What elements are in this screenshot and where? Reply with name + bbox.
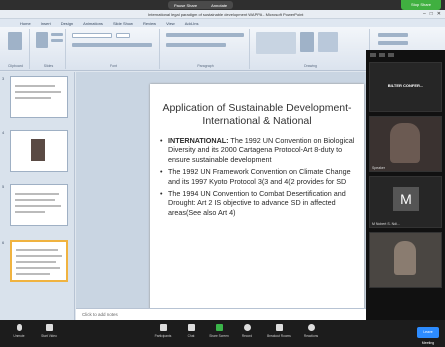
breakout-rooms-button[interactable]: Breakout Rooms	[264, 324, 294, 338]
ribbon-group-clipboard: Clipboard	[2, 29, 30, 69]
ribbon-group-slides: Slides	[32, 29, 66, 69]
video-gallery-panel: BILTER CONFER... Speaker M M Nobert S. N…	[366, 50, 445, 327]
shapes-gallery[interactable]	[256, 32, 296, 54]
new-slide-icon[interactable]	[36, 32, 48, 48]
thumbnail-number: 5	[2, 184, 5, 189]
window-title: International legal paradigm of sustaina…	[148, 12, 304, 17]
maximize-icon[interactable]: □	[430, 11, 433, 17]
avatar: M	[393, 187, 419, 211]
zoom-share-top-bar: Pause Share Annotate Stop Share	[0, 0, 445, 10]
font-size-field[interactable]	[116, 33, 130, 38]
paste-icon[interactable]	[8, 32, 22, 50]
current-slide[interactable]: Application of Sustainable Development-I…	[150, 84, 364, 310]
quick-styles-icon[interactable]	[318, 32, 338, 52]
participant-video	[390, 123, 420, 163]
thumbnail-number: 6	[2, 240, 5, 245]
participants-button[interactable]: Participants	[148, 324, 178, 338]
notes-placeholder: Click to add notes	[82, 312, 118, 317]
powerpoint-title-bar: International legal paradigm of sustaina…	[0, 10, 445, 19]
ribbon-group-paragraph: Paragraph	[162, 29, 250, 69]
tab-home[interactable]: Home	[20, 21, 31, 26]
annotate-button[interactable]: Annotate	[211, 3, 227, 8]
slide-thumbnail[interactable]	[10, 184, 68, 226]
share-screen-button[interactable]: Share Screen	[204, 324, 234, 338]
tab-slide-show[interactable]: Slide Show	[113, 21, 133, 26]
align-icons[interactable]	[166, 43, 226, 47]
slide-thumbnail[interactable]	[10, 130, 68, 172]
participant-tile[interactable]: M M Nobert S. Ndi...	[369, 176, 442, 228]
tab-animations[interactable]: Animations	[83, 21, 103, 26]
zoom-toolbar: Unmute Start Video Participants Chat Sha…	[0, 320, 445, 347]
bullet-item: The 1992 UN Framework Convention on Clim…	[160, 167, 358, 186]
breakout-rooms-icon	[275, 324, 283, 331]
reset-icon[interactable]	[51, 39, 63, 42]
participant-video	[394, 241, 416, 275]
participant-tile[interactable]	[369, 232, 442, 288]
slide-thumbnail[interactable]	[10, 76, 68, 118]
ribbon-group-font: Font	[68, 29, 160, 69]
participant-tile[interactable]: BILTER CONFER...	[369, 62, 442, 112]
slide-title[interactable]: Application of Sustainable Development-I…	[150, 102, 364, 128]
window-controls: – □ ✕	[423, 11, 441, 17]
stop-share-button[interactable]: Stop Share	[401, 0, 441, 10]
thumbnail-photo	[31, 139, 45, 161]
share-screen-icon	[215, 324, 223, 331]
share-controls-pill: Pause Share Annotate	[168, 1, 234, 9]
thumbnail-number: 3	[2, 76, 5, 81]
leave-meeting-button[interactable]: Leave Meeting	[417, 327, 439, 345]
font-format-icons[interactable]	[72, 43, 152, 47]
gallery-view-controls[interactable]	[366, 50, 445, 60]
bullet-item: INTERNATIONAL: The 1992 UN Convention on…	[160, 136, 358, 164]
tab-view[interactable]: View	[166, 21, 175, 26]
notes-pane[interactable]: Click to add notes	[76, 308, 366, 320]
close-icon[interactable]: ✕	[437, 11, 441, 17]
start-video-button[interactable]: Start Video	[34, 324, 64, 338]
reactions-button[interactable]: Reactions	[296, 324, 326, 338]
microphone-icon	[16, 324, 22, 331]
zoom-screen-share: Pause Share Annotate Stop Share Internat…	[0, 0, 445, 347]
minimize-icon[interactable]: –	[423, 11, 426, 17]
find-icon[interactable]	[378, 33, 408, 37]
participants-icon	[159, 324, 167, 331]
tab-design[interactable]: Design	[61, 21, 73, 26]
video-camera-icon	[45, 324, 53, 331]
minimize-panel-icon[interactable]	[388, 53, 394, 57]
reactions-icon	[307, 324, 315, 331]
chat-button[interactable]: Chat	[176, 324, 206, 338]
tab-insert[interactable]: Insert	[41, 21, 51, 26]
thumbnail-number: 4	[2, 130, 5, 135]
speaker-view-icon[interactable]	[379, 53, 385, 57]
bullet-item: The 1994 UN Convention to Combat Deserti…	[160, 189, 358, 217]
slide-thumbnails-pane[interactable]: 3 4 5 6	[0, 72, 75, 320]
ribbon-tabs: Home Insert Design Animations Slide Show…	[0, 19, 445, 27]
tab-review[interactable]: Review	[143, 21, 156, 26]
tab-add-ins[interactable]: Add-Ins	[185, 21, 199, 26]
slide-editing-area: Application of Sustainable Development-I…	[76, 72, 366, 310]
ribbon-group-drawing: Drawing	[252, 29, 370, 69]
slide-thumbnail-selected[interactable]	[10, 240, 68, 282]
participant-tile[interactable]: Speaker	[369, 116, 442, 172]
paragraph-list-icons[interactable]	[166, 33, 244, 37]
chat-icon	[187, 324, 195, 331]
slide-bullet-list[interactable]: INTERNATIONAL: The 1992 UN Convention on…	[160, 136, 358, 220]
pause-share-button[interactable]: Pause Share	[174, 3, 197, 8]
layout-icon[interactable]	[51, 33, 63, 36]
gallery-icon[interactable]	[370, 53, 376, 57]
arrange-icon[interactable]	[300, 32, 314, 52]
record-button[interactable]: Record	[232, 324, 262, 338]
record-icon	[243, 324, 251, 331]
font-name-field[interactable]	[72, 33, 112, 38]
replace-icon[interactable]	[378, 41, 408, 45]
unmute-button[interactable]: Unmute	[4, 324, 34, 338]
